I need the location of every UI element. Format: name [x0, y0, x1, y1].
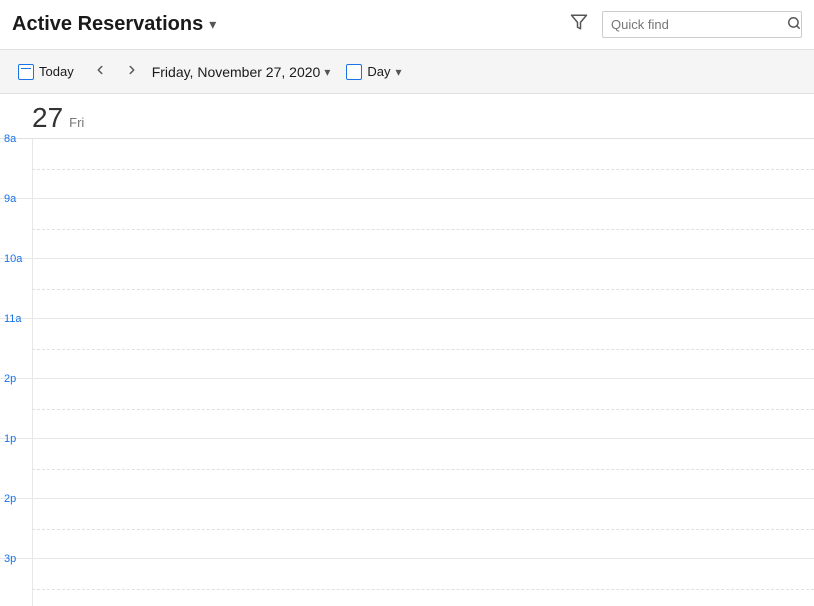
next-button[interactable] [120, 60, 144, 83]
header-left: Active Reservations ▾ [12, 13, 216, 36]
header-right [566, 9, 802, 40]
page-title: Active Reservations [12, 13, 203, 36]
view-calendar-icon [346, 64, 362, 80]
time-grid: 8a9a10a11a2p1p2p3p [0, 139, 814, 606]
toolbar: Today Friday, November 27, 2020 ▾ Day ▾ [0, 50, 814, 94]
time-row[interactable]: 2p [0, 379, 814, 439]
view-selector[interactable]: Day ▾ [346, 64, 401, 80]
day-number: 27 [32, 102, 63, 134]
time-content[interactable] [32, 499, 814, 558]
filter-icon[interactable] [566, 9, 592, 40]
time-label: 3p [0, 551, 32, 606]
today-label: Today [39, 64, 74, 79]
search-box [602, 11, 802, 38]
date-chevron-icon: ▾ [324, 65, 330, 79]
time-row[interactable]: 2p [0, 499, 814, 559]
time-row[interactable]: 10a [0, 259, 814, 319]
time-row[interactable]: 3p [0, 559, 814, 606]
time-label: 2p [0, 371, 32, 430]
today-button[interactable]: Today [12, 61, 80, 83]
time-row[interactable]: 8a [0, 139, 814, 199]
view-label: Day [367, 64, 390, 79]
time-label: 8a [0, 131, 32, 190]
search-input[interactable] [611, 17, 787, 32]
time-content[interactable] [32, 319, 814, 378]
time-label: 11a [0, 311, 32, 370]
time-row[interactable]: 11a [0, 319, 814, 379]
time-label: 10a [0, 251, 32, 310]
time-label: 2p [0, 491, 32, 550]
time-row[interactable]: 1p [0, 439, 814, 499]
day-header: 27 Fri [0, 94, 814, 139]
time-content[interactable] [32, 139, 814, 198]
time-label: 9a [0, 191, 32, 250]
day-name: Fri [69, 115, 84, 130]
title-chevron-icon[interactable]: ▾ [209, 16, 216, 33]
time-content[interactable] [32, 379, 814, 438]
date-label[interactable]: Friday, November 27, 2020 ▾ [152, 64, 331, 80]
calendar-icon [18, 64, 34, 80]
time-label: 1p [0, 431, 32, 490]
view-chevron-icon: ▾ [395, 65, 401, 79]
time-content[interactable] [32, 559, 814, 606]
calendar-container: 27 Fri 8a9a10a11a2p1p2p3p [0, 94, 814, 606]
search-icon [787, 16, 801, 33]
time-row[interactable]: 9a [0, 199, 814, 259]
prev-button[interactable] [88, 60, 112, 83]
current-date: Friday, November 27, 2020 [152, 64, 321, 80]
time-content[interactable] [32, 199, 814, 258]
header: Active Reservations ▾ [0, 0, 814, 50]
time-content[interactable] [32, 259, 814, 318]
time-content[interactable] [32, 439, 814, 498]
